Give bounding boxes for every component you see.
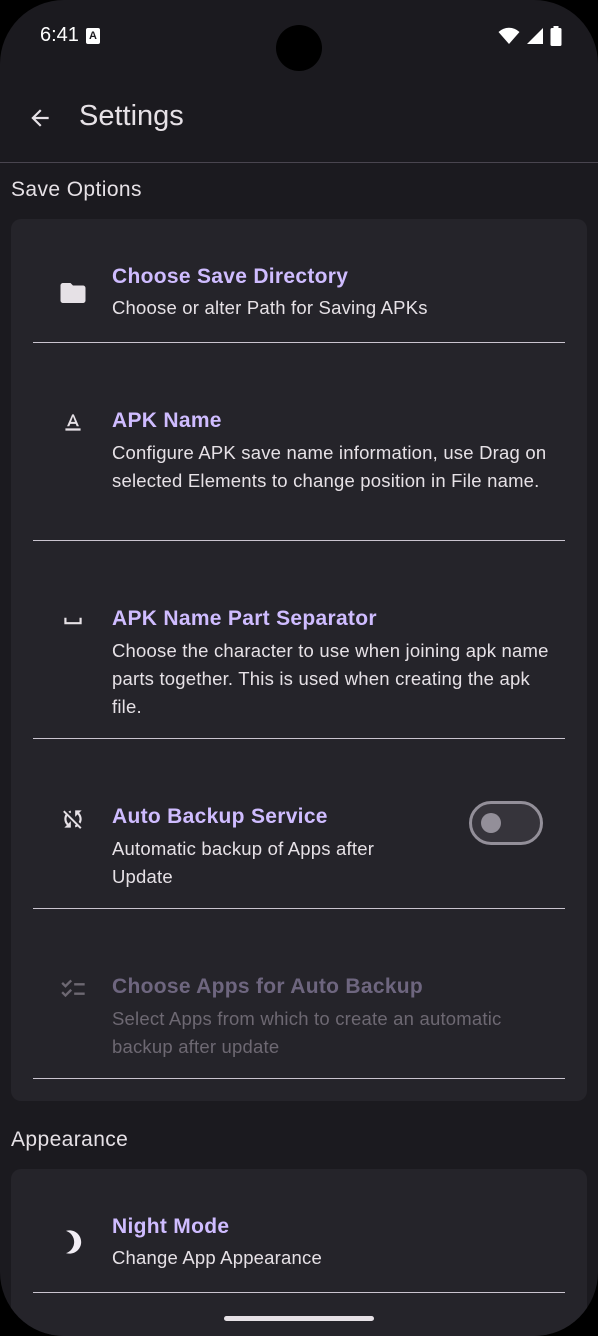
pref-title: Auto Backup Service	[112, 805, 328, 828]
section-title-appearance: Appearance	[11, 1128, 129, 1151]
status-icons	[498, 26, 562, 46]
pref-night-mode[interactable]: Night Mode Change App Appearance	[11, 1169, 587, 1293]
app-bar: Settings	[0, 72, 598, 162]
checklist-icon	[55, 971, 91, 1007]
pref-summary: Configure APK save name information, use…	[112, 442, 547, 491]
back-button[interactable]	[18, 92, 62, 144]
pref-summary: Change App Appearance	[112, 1247, 322, 1268]
pref-title: Night Mode	[112, 1215, 230, 1238]
status-bar: 6:41 A	[0, 0, 598, 72]
text-format-icon	[55, 405, 91, 441]
pref-title: APK Name	[112, 409, 222, 432]
status-time: 6:41	[40, 24, 79, 46]
pref-title: Choose Apps for Auto Backup	[112, 975, 424, 998]
auto-backup-switch[interactable]	[469, 801, 543, 845]
sync-disabled-icon	[55, 801, 91, 837]
pref-summary: Choose or alter Path for Saving APKs	[112, 297, 428, 318]
switch-knob	[481, 813, 501, 833]
notification-a-icon: A	[86, 28, 100, 44]
pref-summary: Choose the character to use when joining…	[112, 640, 549, 717]
phone-screen: 6:41 A Settings Save Options Choose Save…	[0, 0, 598, 1336]
pref-choose-save-directory[interactable]: Choose Save Directory Choose or alter Pa…	[11, 219, 587, 343]
pref-summary: Automatic backup of Apps after Update	[112, 838, 375, 887]
app-bar-divider	[0, 162, 598, 163]
cellular-signal-icon	[527, 28, 543, 44]
moon-icon	[55, 1224, 91, 1260]
home-indicator[interactable]	[224, 1316, 374, 1321]
pref-summary: Select Apps from which to create an auto…	[112, 1008, 502, 1057]
pref-apk-name[interactable]: APK Name Configure APK save name informa…	[11, 343, 587, 541]
wifi-icon	[498, 27, 520, 44]
pref-apk-name-part-separator[interactable]: APK Name Part Separator Choose the chara…	[11, 541, 587, 739]
pref-auto-backup-service[interactable]: Auto Backup Service Automatic backup of …	[11, 739, 587, 909]
camera-cutout	[276, 25, 322, 71]
page-title: Settings	[79, 100, 184, 132]
pref-title: APK Name Part Separator	[112, 607, 377, 630]
folder-icon	[55, 275, 91, 311]
pref-title: Choose Save Directory	[112, 265, 349, 288]
section-title-save-options: Save Options	[11, 178, 142, 201]
space-bar-icon	[55, 603, 91, 639]
divider	[33, 1078, 565, 1079]
battery-icon	[550, 26, 562, 46]
save-options-card: Choose Save Directory Choose or alter Pa…	[11, 219, 587, 1101]
appearance-card: Night Mode Change App Appearance	[11, 1169, 587, 1336]
divider	[33, 1292, 565, 1293]
pref-choose-apps-for-auto-backup: Choose Apps for Auto Backup Select Apps …	[11, 909, 587, 1079]
arrow-left-icon	[31, 109, 49, 127]
